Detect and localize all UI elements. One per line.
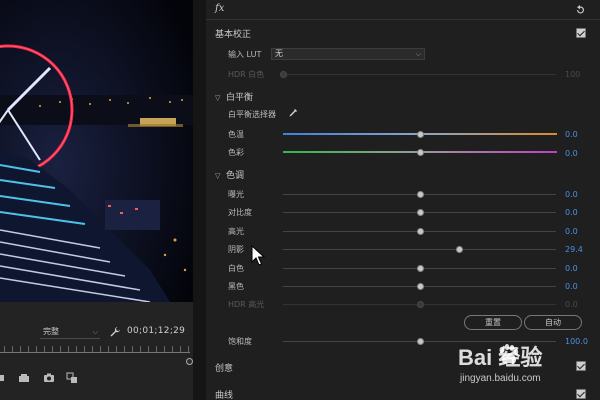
chevron-down-icon: ⌵ xyxy=(92,328,98,336)
contrast-label: 对比度 xyxy=(228,208,252,217)
panel-header: fx xyxy=(206,0,600,20)
paw-logo-icon xyxy=(499,344,519,364)
fx-label: fx xyxy=(215,3,225,14)
hdr-specular-label: HDR 高光 xyxy=(228,300,265,309)
fit-dropdown[interactable]: 完整 ⌵ xyxy=(40,326,100,339)
section-title-curves[interactable]: 曲线 xyxy=(215,388,233,400)
whites-label: 白色 xyxy=(228,264,244,273)
watermark: Bai 经验 jingyan.baidu.com xyxy=(452,338,598,396)
blacks-knob[interactable] xyxy=(416,283,424,290)
section-title-tone[interactable]: ▽ 色调 xyxy=(215,168,244,181)
shadows-track[interactable] xyxy=(283,249,556,250)
tone-auto-button[interactable]: 自动 xyxy=(524,315,582,330)
time-ruler[interactable] xyxy=(0,343,193,357)
saturation-label: 饱和度 xyxy=(228,337,252,346)
watermark-url: jingyan.baidu.com xyxy=(460,373,541,384)
highlights-label: 高光 xyxy=(228,227,244,236)
program-monitor: 完整 ⌵ 00;01;12;29 xyxy=(0,0,206,400)
transport-controls xyxy=(0,372,193,386)
video-frame-image xyxy=(0,0,193,302)
reset-effect-icon[interactable] xyxy=(574,4,586,16)
highlights-knob[interactable] xyxy=(416,228,424,235)
section-title-creative[interactable]: 创意 xyxy=(215,361,233,374)
blacks-value[interactable]: 0.0 xyxy=(565,282,578,291)
mouse-cursor-icon xyxy=(251,245,265,266)
eyedropper-icon[interactable] xyxy=(288,108,298,118)
camera-icon[interactable] xyxy=(43,372,55,384)
playhead-timecode[interactable]: 00;01;12;29 xyxy=(127,326,185,336)
hdr-white-label: HDR 白色 xyxy=(228,70,265,79)
comparison-view-icon[interactable] xyxy=(66,372,78,384)
video-preview xyxy=(0,0,193,302)
exposure-knob[interactable] xyxy=(416,191,424,198)
hdr-white-value[interactable]: 100 xyxy=(565,70,580,79)
tone-reset-button[interactable]: 重置 xyxy=(464,315,522,330)
playhead-handle[interactable] xyxy=(186,358,193,365)
whites-knob[interactable] xyxy=(416,265,424,272)
temperature-label: 色温 xyxy=(228,130,244,139)
collapse-triangle-icon: ▽ xyxy=(215,172,221,180)
whites-value[interactable]: 0.0 xyxy=(565,264,578,273)
shadows-label: 阴影 xyxy=(228,245,244,254)
lut-dropdown-value: 无 xyxy=(275,49,283,58)
panel-divider[interactable] xyxy=(193,0,206,400)
highlights-value[interactable]: 0.0 xyxy=(565,227,578,236)
exposure-label: 曝光 xyxy=(228,190,244,199)
lift-icon[interactable] xyxy=(18,372,30,384)
collapse-triangle-icon: ▽ xyxy=(215,94,221,102)
saturation-knob[interactable] xyxy=(416,338,424,345)
tint-value[interactable]: 0.0 xyxy=(565,149,578,158)
fit-dropdown-value: 完整 xyxy=(43,327,59,336)
basic-enable-checkbox[interactable] xyxy=(576,28,586,38)
hdr-specular-value[interactable]: 0.0 xyxy=(565,300,578,309)
temperature-knob[interactable] xyxy=(416,131,424,138)
blacks-label: 黑色 xyxy=(228,282,244,291)
section-title-white-balance[interactable]: ▽ 白平衡 xyxy=(215,90,253,103)
contrast-value[interactable]: 0.0 xyxy=(565,208,578,217)
lut-dropdown[interactable]: 无 ⌵ xyxy=(271,48,425,60)
hdr-white-track[interactable] xyxy=(283,74,556,75)
tint-knob[interactable] xyxy=(416,149,424,156)
white-balance-picker-label: 白平衡选择器 xyxy=(228,110,276,119)
exposure-value[interactable]: 0.0 xyxy=(565,190,578,199)
hdr-white-knob[interactable] xyxy=(280,71,287,78)
contrast-knob[interactable] xyxy=(416,209,424,216)
shadows-knob[interactable] xyxy=(456,246,464,253)
wrench-icon[interactable] xyxy=(109,326,121,338)
lut-label: 输入 LUT xyxy=(228,50,262,59)
tint-label: 色彩 xyxy=(228,148,244,157)
chevron-down-icon: ⌵ xyxy=(415,50,421,58)
mark-out-icon[interactable] xyxy=(0,372,8,384)
temperature-value[interactable]: 0.0 xyxy=(565,130,578,139)
shadows-value[interactable]: 29.4 xyxy=(565,245,583,254)
section-title-basic[interactable]: 基本校正 xyxy=(215,27,251,40)
hdr-specular-knob[interactable] xyxy=(416,301,424,308)
